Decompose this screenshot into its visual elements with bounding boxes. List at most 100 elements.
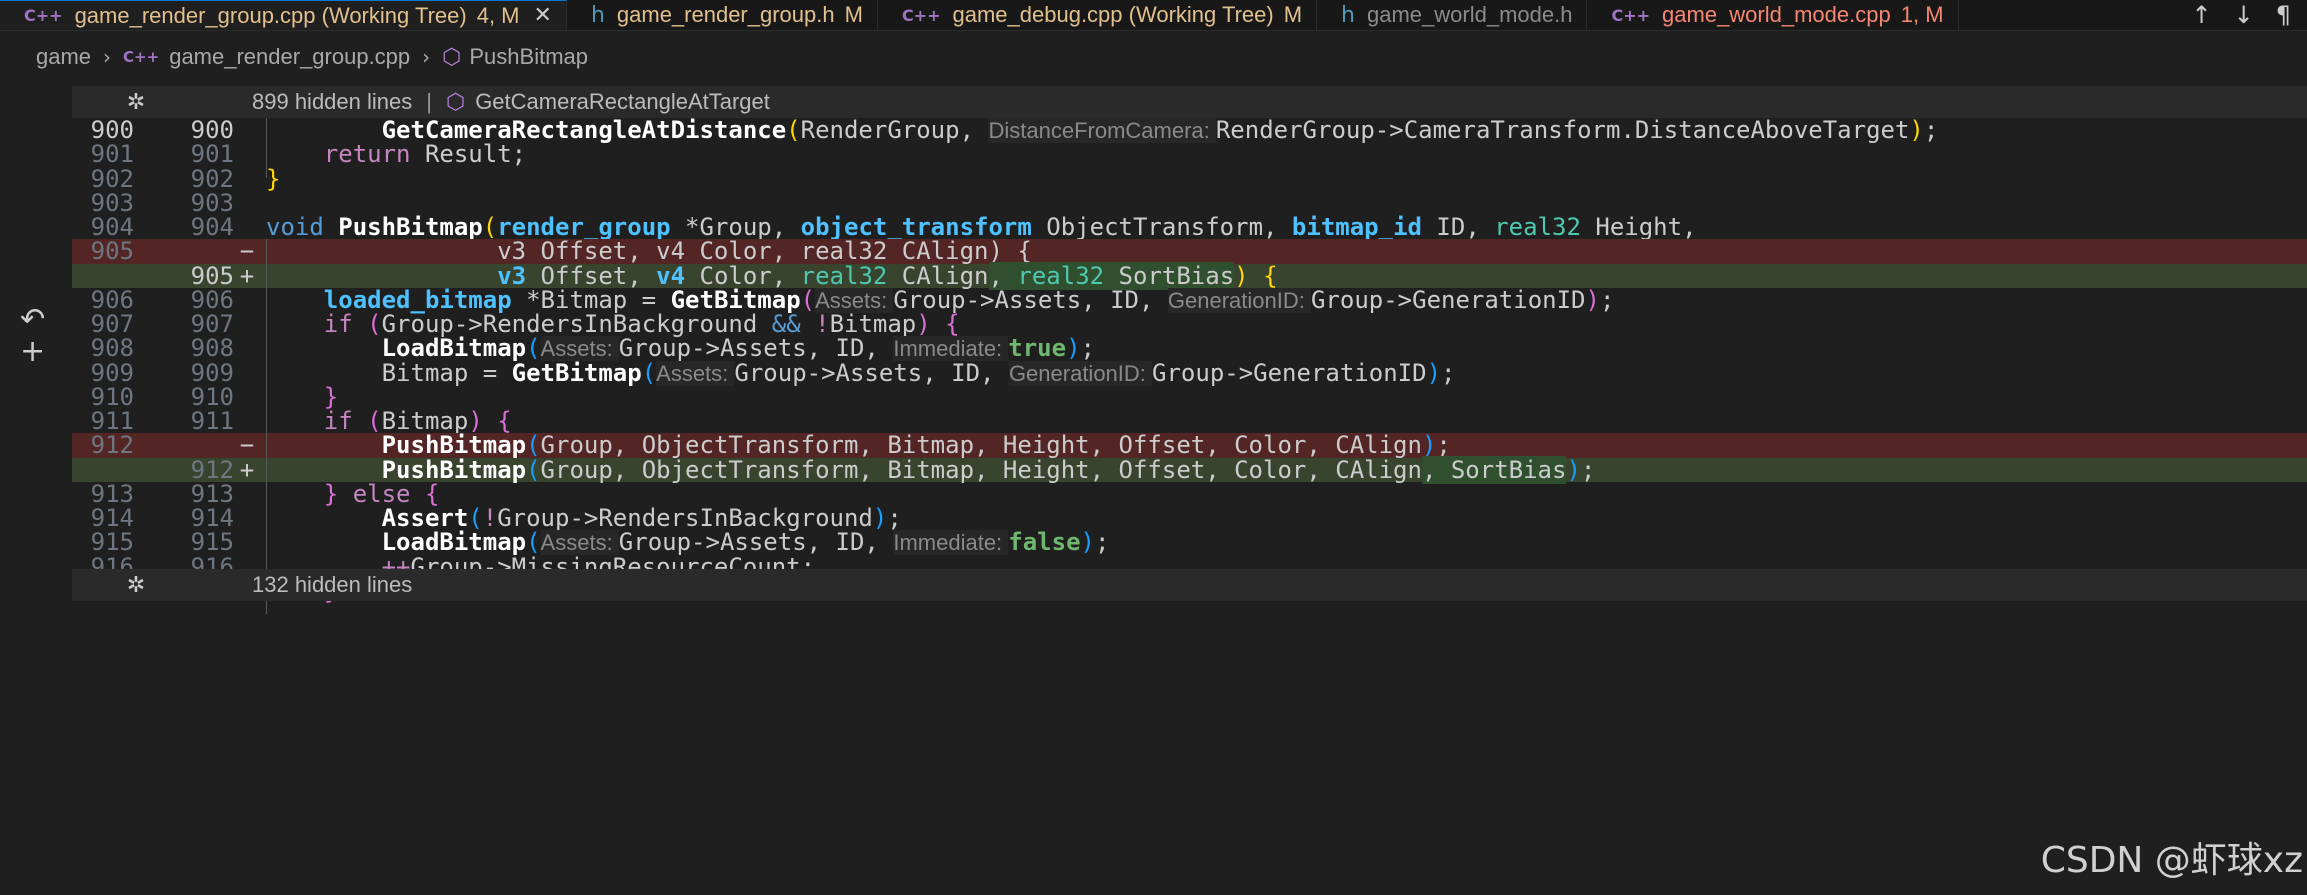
code-line[interactable]: 910 910 } bbox=[72, 382, 2307, 421]
modified-line-number: 910 bbox=[190, 382, 234, 411]
tab-status: 4, M bbox=[476, 2, 520, 28]
original-line-number: 913 bbox=[90, 479, 134, 508]
original-line-number: 907 bbox=[90, 310, 134, 338]
glyph-margin: ↶ + bbox=[0, 84, 72, 895]
next-change-icon[interactable]: ↓ bbox=[2234, 1, 2254, 29]
added-line[interactable]: 905 + v3 Offset, v4 Color, real32 CAlign,… bbox=[72, 261, 2307, 300]
code-text: if (Bitmap) { bbox=[323, 407, 512, 435]
tab-status: M bbox=[844, 2, 863, 27]
added-line[interactable]: 912 + PushBitmap(Group, ObjectTransform, … bbox=[72, 455, 2307, 494]
watermark: CSDN @虾球xz bbox=[2040, 840, 2303, 881]
modified-line-number: 913 bbox=[190, 479, 234, 508]
minus-marker-icon: − bbox=[239, 237, 255, 266]
removed-line[interactable]: 912 − PushBitmap(Group, ObjectTransform, … bbox=[72, 431, 2307, 469]
code-text: Assert(!Group->RendersInBackground); bbox=[381, 504, 902, 532]
tab-0[interactable]: C++ game_render_group.cpp (Working Tree) 4… bbox=[0, 0, 567, 30]
header-file-icon: h bbox=[590, 2, 605, 28]
code-line[interactable]: 915 915 LoadBitmap(Assets: Group->Assets,… bbox=[72, 528, 2307, 566]
original-line-number: 912 bbox=[90, 431, 134, 460]
unfold-icon[interactable]: ✲ bbox=[72, 573, 200, 598]
code-line[interactable]: 907 907 if (Group->RendersInBackground &&… bbox=[72, 310, 2307, 348]
code-line[interactable]: 904 904 void PushBitmap(render_group *Grou… bbox=[72, 213, 2307, 241]
tab-label: game_debug.cpp (Working Tree) bbox=[952, 2, 1274, 27]
code-line[interactable]: 909 909 Bitmap = GetBitmap(Assets: Group-… bbox=[72, 358, 2307, 397]
tab-3[interactable]: h game_world_mode.h bbox=[1317, 0, 1588, 30]
breadcrumb-symbol[interactable]: PushBitmap bbox=[469, 44, 588, 70]
cpp-file-icon: C++ bbox=[123, 48, 160, 66]
method-symbol-icon: ⬡ bbox=[445, 89, 466, 115]
breadcrumb: game › C++ game_render_group.cpp › ⬡ Pus… bbox=[0, 30, 2307, 84]
code-text: } else { bbox=[323, 479, 440, 508]
hidden-lines-count[interactable]: 899 hidden lines bbox=[252, 89, 412, 115]
breadcrumb-folder[interactable]: game bbox=[36, 44, 91, 70]
removed-line[interactable]: 905 − v3 Offset, v4 Color, real32 CAlign)… bbox=[72, 237, 2307, 275]
separator: | bbox=[426, 89, 432, 114]
code-line[interactable]: 901 901 return Result; bbox=[72, 140, 2307, 178]
plus-marker-icon: + bbox=[239, 261, 255, 290]
code-line[interactable]: 914 914 Assert(!Group->RendersInBackgroun… bbox=[72, 504, 2307, 542]
code-line[interactable]: 908 908 LoadBitmap(Assets: Group->Assets,… bbox=[72, 334, 2307, 372]
modified-line-number: 901 bbox=[190, 140, 234, 169]
hidden-lines-symbol[interactable]: GetCameraRectangleAtTarget bbox=[475, 89, 770, 115]
modified-line-number: 906 bbox=[190, 285, 234, 314]
hidden-lines-bar-bottom[interactable]: ✲ 132 hidden lines bbox=[72, 569, 2307, 601]
modified-line-number: 904 bbox=[190, 213, 234, 241]
original-line-number: 908 bbox=[90, 334, 134, 363]
modified-line-number: 909 bbox=[190, 358, 234, 387]
original-line-number: 915 bbox=[90, 528, 134, 557]
modified-line-number: 903 bbox=[190, 188, 234, 217]
cpp-file-icon: C++ bbox=[901, 5, 941, 25]
revert-change-icon[interactable]: ↶ bbox=[20, 302, 45, 337]
tab-1[interactable]: h game_render_group.h M bbox=[566, 0, 878, 30]
modified-line-number: 912 bbox=[190, 455, 234, 484]
code-line[interactable]: 900 900 GetCameraRectangleAtDistance(Rend… bbox=[72, 116, 2307, 154]
original-line-number: 904 bbox=[90, 213, 134, 241]
modified-line-number: 902 bbox=[190, 164, 234, 193]
code-text: PushBitmap(Group, ObjectTransform, Bitma… bbox=[381, 455, 1596, 484]
tab-status: M bbox=[1283, 2, 1303, 27]
code-text: v3 Offset, v4 Color, real32 CAlign) { bbox=[266, 237, 1032, 266]
minus-marker-icon: − bbox=[239, 431, 255, 460]
code-line[interactable]: 913 913 } else { bbox=[72, 479, 2307, 518]
modified-line-number: 900 bbox=[190, 116, 234, 144]
original-line-number: 905 bbox=[90, 237, 134, 266]
diff-editor: ↶ + ✲ 899 hidden lines | ⬡ GetCameraRect… bbox=[0, 84, 2307, 895]
code-line[interactable]: 911 911 if (Bitmap) { bbox=[72, 407, 2307, 445]
editor-tab-bar: C++ game_render_group.cpp (Working Tree) 4… bbox=[0, 0, 2307, 31]
unfold-icon[interactable]: ✲ bbox=[72, 90, 200, 115]
hidden-lines-count[interactable]: 132 hidden lines bbox=[252, 572, 412, 598]
code-text: Bitmap = GetBitmap(Assets: Group->Assets… bbox=[266, 358, 1456, 387]
modified-line-number: 905 bbox=[190, 261, 234, 290]
chevron-right-icon: › bbox=[103, 45, 112, 69]
code-text: PushBitmap(Group, ObjectTransform, Bitma… bbox=[381, 431, 1451, 460]
hidden-lines-bar-top[interactable]: ✲ 899 hidden lines | ⬡ GetCameraRectangl… bbox=[72, 86, 2307, 118]
toggle-whitespace-icon[interactable]: ¶ bbox=[2276, 1, 2291, 29]
header-file-icon: h bbox=[1341, 2, 1355, 28]
stage-change-icon[interactable]: + bbox=[20, 334, 45, 369]
tab-list: C++ game_render_group.cpp (Working Tree) 4… bbox=[0, 0, 1959, 30]
code-line[interactable]: 903 903 bbox=[72, 188, 2307, 217]
original-line-number: 901 bbox=[90, 140, 134, 169]
original-line-number: 900 bbox=[90, 116, 134, 144]
modified-line-number: 907 bbox=[190, 310, 234, 338]
cpp-file-icon: C++ bbox=[1611, 5, 1651, 25]
code-line[interactable]: 902 902} bbox=[72, 164, 2307, 193]
code-line[interactable]: 906 906 loaded_bitmap *Bitmap = GetBitmap… bbox=[72, 285, 2307, 324]
original-line-number: 910 bbox=[90, 382, 134, 411]
tab-status: 1, M bbox=[1900, 2, 1944, 27]
tab-2[interactable]: C++ game_debug.cpp (Working Tree) M bbox=[877, 0, 1318, 30]
tab-label: game_render_group.cpp (Working Tree) bbox=[74, 2, 467, 28]
modified-line-number: 914 bbox=[190, 504, 234, 532]
code-text: return Result; bbox=[323, 140, 527, 169]
tab-4[interactable]: C++ game_world_mode.cpp 1, M bbox=[1587, 0, 1959, 30]
close-icon[interactable]: ✕ bbox=[534, 3, 552, 28]
previous-change-icon[interactable]: ↑ bbox=[2192, 1, 2212, 29]
modified-line-number: 911 bbox=[190, 407, 234, 435]
chevron-right-icon: › bbox=[422, 45, 431, 69]
plus-marker-icon: + bbox=[239, 455, 255, 484]
original-line-number: 906 bbox=[90, 285, 134, 314]
breadcrumb-file[interactable]: game_render_group.cpp bbox=[169, 44, 410, 70]
code-text: void PushBitmap(render_group *Group, obj… bbox=[266, 213, 1697, 241]
code-text: } bbox=[323, 382, 339, 411]
tab-label: game_render_group.h bbox=[616, 2, 835, 27]
